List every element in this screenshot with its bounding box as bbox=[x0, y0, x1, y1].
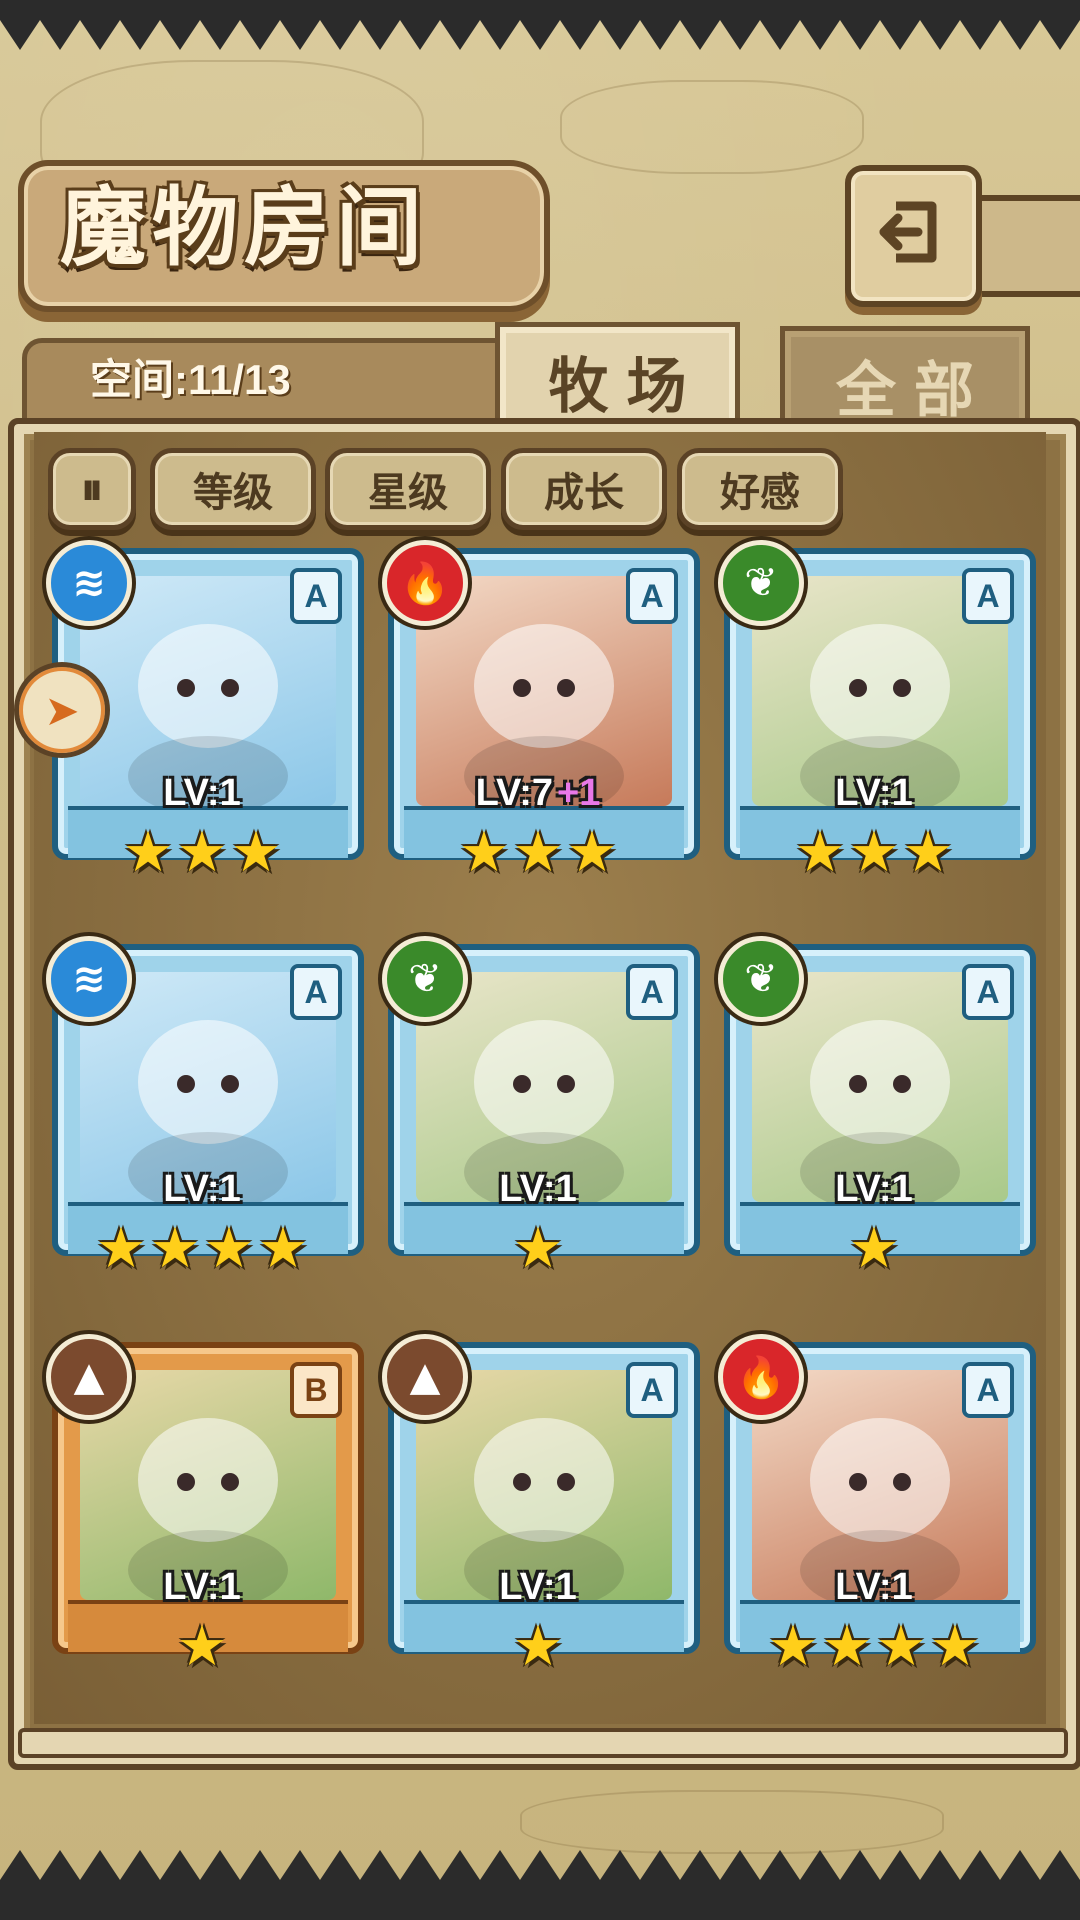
star-icon: ★ bbox=[176, 820, 228, 885]
star-rating: ★ ★ ★ bbox=[52, 820, 352, 888]
star-icon: ★ bbox=[512, 820, 564, 885]
monster-level: LV:1 bbox=[724, 1168, 1024, 1211]
leaf-icon: ❦ bbox=[718, 936, 804, 1022]
monster-level: LV:1 bbox=[388, 1566, 688, 1609]
star-icon: ★ bbox=[95, 1216, 147, 1281]
monster-level: LV:7 +1 bbox=[388, 772, 688, 815]
leaf-icon: ❦ bbox=[718, 540, 804, 626]
torn-edge-top bbox=[0, 0, 1080, 50]
monster-level: LV:1 bbox=[388, 1168, 688, 1211]
level-value: LV:1 bbox=[835, 1566, 913, 1608]
level-bonus: +1 bbox=[557, 772, 601, 814]
star-icon: ★ bbox=[875, 1614, 927, 1679]
monster-level: LV:1 bbox=[52, 1168, 352, 1211]
flame-icon: 🔥 bbox=[718, 1334, 804, 1420]
monster-card[interactable]: A ▲ LV:1 ★ bbox=[382, 1334, 700, 1682]
rank-badge: A bbox=[962, 568, 1014, 624]
monster-card[interactable]: A 🔥 LV:1 ★ ★ ★ ★ bbox=[718, 1334, 1036, 1682]
star-icon: ★ bbox=[767, 1614, 819, 1679]
star-icon: ★ bbox=[122, 820, 174, 885]
rank-badge: A bbox=[290, 964, 342, 1020]
game-screen: 魔物房间 空间:11/13 牧场 全部 ⏸ 等级 星级 成长 好感 A ≋ LV:1… bbox=[0, 0, 1080, 1920]
monster-card[interactable]: B ▲ LV:1 ★ bbox=[46, 1334, 364, 1682]
star-icon: ★ bbox=[848, 820, 900, 885]
monster-card[interactable]: A ❦ LV:1 ★ bbox=[382, 936, 700, 1284]
sort-growth-button[interactable]: 成长 bbox=[501, 448, 667, 530]
level-value: LV:1 bbox=[835, 1168, 913, 1210]
sort-level-button[interactable]: 等级 bbox=[150, 448, 316, 530]
star-icon: ★ bbox=[512, 1216, 564, 1281]
star-rating: ★ bbox=[52, 1614, 352, 1682]
star-icon: ★ bbox=[257, 1216, 309, 1281]
star-icon: ★ bbox=[902, 820, 954, 885]
star-icon: ★ bbox=[149, 1216, 201, 1281]
monster-card[interactable]: A ❦ LV:1 ★ ★ ★ bbox=[718, 540, 1036, 888]
panel-bottom-rail bbox=[18, 1728, 1068, 1758]
star-rating: ★ ★ ★ ★ bbox=[52, 1216, 352, 1284]
back-button-rail bbox=[970, 195, 1080, 297]
rank-badge: A bbox=[626, 1362, 678, 1418]
leaf-icon: ❦ bbox=[382, 936, 468, 1022]
rank-badge: A bbox=[290, 568, 342, 624]
level-value: LV:1 bbox=[163, 1168, 241, 1210]
star-rating: ★ bbox=[388, 1216, 688, 1284]
level-value: LV:1 bbox=[499, 1168, 577, 1210]
star-rating: ★ ★ ★ bbox=[724, 820, 1024, 888]
star-rating: ★ ★ ★ ★ bbox=[724, 1614, 1024, 1682]
rank-badge: A bbox=[626, 964, 678, 1020]
monster-card[interactable]: A ❦ LV:1 ★ bbox=[718, 936, 1036, 1284]
arrow-right-icon: ➤ bbox=[44, 685, 80, 735]
star-icon: ★ bbox=[230, 820, 282, 885]
pause-icon: ⏸ bbox=[81, 463, 103, 515]
star-icon: ★ bbox=[203, 1216, 255, 1281]
back-arrow-icon bbox=[879, 201, 936, 263]
sort-affection-button[interactable]: 好感 bbox=[677, 448, 843, 530]
star-rating: ★ ★ ★ bbox=[388, 820, 688, 888]
star-icon: ★ bbox=[566, 820, 618, 885]
capacity-label: 空间:11/13 bbox=[90, 356, 291, 403]
sort-order-toggle-button[interactable]: ⏸ bbox=[48, 448, 136, 530]
star-icon: ★ bbox=[848, 1216, 900, 1281]
star-icon: ★ bbox=[458, 820, 510, 885]
level-value: LV:1 bbox=[163, 772, 241, 814]
rank-badge: B bbox=[290, 1362, 342, 1418]
star-icon: ★ bbox=[794, 820, 846, 885]
water-wave-icon: ≋ bbox=[46, 936, 132, 1022]
star-icon: ★ bbox=[512, 1614, 564, 1679]
monster-level: LV:1 bbox=[52, 1566, 352, 1609]
monster-level: LV:1 bbox=[724, 772, 1024, 815]
torn-edge-bottom bbox=[0, 1850, 1080, 1920]
water-wave-icon: ≋ bbox=[46, 540, 132, 626]
back-button[interactable] bbox=[845, 165, 982, 307]
rank-badge: A bbox=[962, 1362, 1014, 1418]
level-value: LV:1 bbox=[835, 772, 913, 814]
rank-badge: A bbox=[962, 964, 1014, 1020]
star-icon: ★ bbox=[821, 1614, 873, 1679]
map-decoration bbox=[560, 80, 864, 174]
star-rating: ★ bbox=[724, 1216, 1024, 1284]
mountain-icon: ▲ bbox=[46, 1334, 132, 1420]
monster-level: LV:1 bbox=[724, 1566, 1024, 1609]
flame-icon: 🔥 bbox=[382, 540, 468, 626]
star-icon: ★ bbox=[176, 1614, 228, 1679]
monster-card[interactable]: A ≋ LV:1 ★ ★ ★ ★ bbox=[46, 936, 364, 1284]
monster-level: LV:1 bbox=[52, 772, 352, 815]
level-value: LV:7 bbox=[475, 772, 554, 814]
level-value: LV:1 bbox=[499, 1566, 577, 1608]
monster-card[interactable]: A 🔥 LV:7 +1 ★ ★ ★ bbox=[382, 540, 700, 888]
side-pull-tab[interactable]: ➤ bbox=[14, 662, 110, 758]
level-value: LV:1 bbox=[163, 1566, 241, 1608]
star-icon: ★ bbox=[929, 1614, 981, 1679]
sort-star-button[interactable]: 星级 bbox=[325, 448, 491, 530]
mountain-icon: ▲ bbox=[382, 1334, 468, 1420]
page-title: 魔物房间 bbox=[60, 177, 428, 278]
star-rating: ★ bbox=[388, 1614, 688, 1682]
rank-badge: A bbox=[626, 568, 678, 624]
